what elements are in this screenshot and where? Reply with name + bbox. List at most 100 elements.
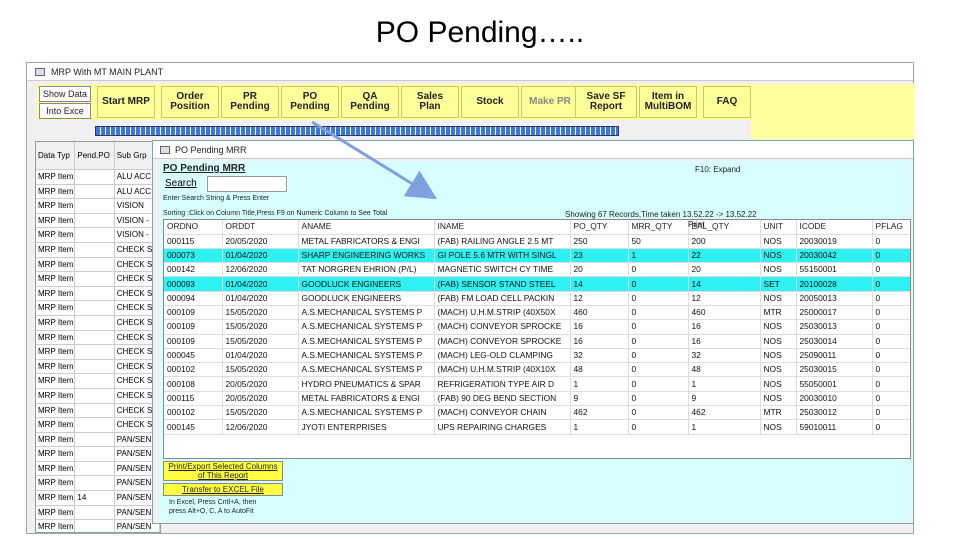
left-grid-column-header[interactable]: Pend.PO	[75, 142, 115, 169]
left-grid-row[interactable]: MRP Item CHECK S	[36, 330, 160, 346]
print-export-button[interactable]: Print/Export Selected Columns of This Re…	[163, 461, 283, 481]
transfer-excel-button[interactable]: Transfer to EXCEL File	[163, 483, 283, 496]
table-cell: 0	[872, 348, 910, 364]
left-grid-row[interactable]: MRP Item ALU ACC	[36, 170, 160, 185]
stock-button[interactable]: Stock	[461, 86, 519, 118]
table-cell: 1	[688, 419, 761, 435]
left-grid-row[interactable]: MRP Item ALU ACC	[36, 184, 160, 200]
table-cell: 20100028	[796, 276, 873, 292]
table-cell: 0	[872, 391, 910, 407]
left-grid-row[interactable]: MRP Item CHECK S	[36, 388, 160, 404]
left-grid-row[interactable]: MRP Item CHECK S	[36, 418, 160, 433]
table-row[interactable]: 000045 01/04/2020 A.S.MECHANICAL SYSTEMS P…	[164, 348, 910, 364]
table-cell: 0	[628, 262, 689, 278]
left-grid-cell: MRP Item	[36, 301, 76, 315]
table-cell: NOS	[760, 334, 797, 349]
left-grid-row[interactable]: MRP Item VISION	[36, 199, 160, 214]
table-cell: 0	[872, 405, 910, 421]
left-grid-row[interactable]: MRP Item CHECK S	[36, 403, 160, 419]
table-cell: 000115	[164, 234, 223, 249]
left-grid-row[interactable]: MRP Item PAN/SEN	[36, 447, 160, 462]
table-cell: 15/05/2020	[222, 334, 299, 349]
left-grid-row[interactable]: MRP Item VISION -	[36, 228, 160, 243]
table-row[interactable]: 000142 12/06/2020 TAT NORGREN EHRION (P/L)…	[164, 262, 910, 278]
mrp-data-grid[interactable]: Data Typ Pend.PO Sub Grp MRP Item ALU ACC MRP…	[35, 141, 161, 533]
table-row[interactable]: 000108 20/05/2020 HYDRO PNEUMATICS & SPAR R…	[164, 376, 910, 392]
left-grid-row[interactable]: MRP Item CHECK S	[36, 345, 160, 360]
show-data-button[interactable]: Show Data	[39, 86, 91, 102]
save-sf-report-button[interactable]: Save SF Report	[575, 86, 637, 118]
column-header[interactable]: ORDNO	[164, 220, 223, 235]
table-cell: 16	[570, 334, 629, 349]
po-window-title: PO Pending MRR	[175, 145, 247, 155]
column-header[interactable]: INAME	[434, 220, 571, 235]
item-in-multibom-button[interactable]: Item in MultiBOM	[639, 86, 697, 118]
left-grid-row[interactable]: MRP Item CHECK S	[36, 359, 160, 375]
table-row[interactable]: 000109 15/05/2020 A.S.MECHANICAL SYSTEMS P…	[164, 319, 910, 335]
table-cell: 000142	[164, 262, 223, 278]
table-row[interactable]: 000109 15/05/2020 A.S.MECHANICAL SYSTEMS P…	[164, 305, 910, 321]
table-row[interactable]: 000115 20/05/2020 METAL FABRICATORS & ENGI…	[164, 234, 910, 249]
table-cell: 000109	[164, 319, 223, 335]
table-row[interactable]: 000102 15/05/2020 A.S.MECHANICAL SYSTEMS P…	[164, 405, 910, 421]
table-cell: NOS	[760, 262, 797, 278]
left-grid-row[interactable]: MRP Item PAN/SEN	[36, 432, 160, 448]
left-grid-row[interactable]: MRP Item CHECK S	[36, 315, 160, 331]
left-grid-cell	[75, 330, 115, 345]
po-window-body: PO Pending MRR F10: Expand Search Enter …	[159, 161, 911, 521]
start-mrp-button[interactable]: Start MRP	[97, 86, 155, 118]
left-grid-cell: MRP Item	[36, 272, 76, 286]
sales-plan-button[interactable]: Sales Plan	[401, 86, 459, 118]
qa-pending-button[interactable]: QA Pending	[341, 86, 399, 118]
po-pending-button[interactable]: PO Pending	[281, 86, 339, 118]
left-grid-row[interactable]: MRP Item 14 PAN/SEN	[36, 491, 160, 506]
order-position-button[interactable]: Order Position	[161, 86, 219, 118]
left-grid-column-header[interactable]: Data Typ	[36, 142, 76, 169]
table-cell: (MACH) U.H.M.STRIP (40X10X	[434, 362, 571, 378]
left-grid-row[interactable]: MRP Item PAN/SEN	[36, 476, 160, 492]
column-header[interactable]: PO_QTY	[570, 220, 629, 235]
table-cell: 0	[872, 262, 910, 278]
column-header[interactable]: UNIT	[760, 220, 797, 235]
left-grid-row[interactable]: MRP Item CHECK S	[36, 257, 160, 273]
table-cell: JYOTI ENTERPRISES	[298, 419, 435, 435]
table-row[interactable]: 000102 15/05/2020 A.S.MECHANICAL SYSTEMS P…	[164, 362, 910, 378]
slide-title: PO Pending…..	[375, 16, 585, 49]
pr-pending-button[interactable]: PR Pending	[221, 86, 279, 118]
table-row[interactable]: 000115 20/05/2020 METAL FABRICATORS & ENGI…	[164, 391, 910, 407]
left-grid-row[interactable]: MRP Item VISION -	[36, 213, 160, 229]
left-grid-cell: MRP Item	[36, 257, 76, 272]
table-cell: 0	[628, 348, 689, 364]
left-grid-row[interactable]: MRP Item CHECK S	[36, 286, 160, 302]
table-row[interactable]: 000145 12/06/2020 JYOTI ENTERPRISES UPS REP…	[164, 419, 910, 435]
search-input[interactable]	[207, 176, 287, 192]
column-header[interactable]: ICODE	[796, 220, 873, 235]
table-cell: SET	[760, 276, 797, 292]
left-grid-row[interactable]: MRP Item CHECK S	[36, 374, 160, 389]
left-grid-cell: MRP Item	[36, 184, 76, 199]
table-cell: GOODLUCK ENGINEERS	[298, 276, 435, 292]
table-cell: 20	[688, 262, 761, 278]
table-cell: 0	[872, 376, 910, 392]
po-grid[interactable]: ORDNO ORDDT ANAME INAME PO_QTY MRR_QTY BAL_QTY…	[163, 219, 911, 459]
left-grid-row[interactable]: MRP Item PAN/SEN	[36, 520, 160, 532]
left-grid-row[interactable]: MRP Item PAN/SEN	[36, 505, 160, 521]
table-row[interactable]: 000073 01/04/2020 SHARP ENGINEERING WORKS G…	[164, 248, 910, 264]
left-grid-row[interactable]: MRP Item CHECK S	[36, 272, 160, 287]
table-cell: 460	[570, 305, 629, 321]
table-row[interactable]: 000094 01/04/2020 GOODLUCK ENGINEERS (FAB) …	[164, 291, 910, 306]
table-row[interactable]: 000109 15/05/2020 A.S.MECHANICAL SYSTEMS P…	[164, 334, 910, 349]
faq-button[interactable]: FAQ	[703, 86, 751, 118]
left-grid-cell: MRP Item	[36, 520, 76, 532]
table-row[interactable]: 000093 01/04/2020 GOODLUCK ENGINEERS (FAB) …	[164, 276, 910, 292]
column-header[interactable]: PFLAG	[872, 220, 910, 235]
left-grid-row[interactable]: MRP Item CHECK S	[36, 301, 160, 316]
left-grid-row[interactable]: MRP Item PAN/SEN	[36, 461, 160, 477]
left-grid-row[interactable]: MRP Item CHECK S	[36, 242, 160, 258]
column-header[interactable]: ANAME	[298, 220, 435, 235]
into-excel-button[interactable]: Into Exce	[39, 103, 91, 119]
table-cell: 000108	[164, 376, 223, 392]
column-header[interactable]: MRR_QTY	[628, 220, 689, 235]
column-header[interactable]: ORDDT	[222, 220, 299, 235]
make-pr-button[interactable]: Make PR	[521, 86, 579, 118]
